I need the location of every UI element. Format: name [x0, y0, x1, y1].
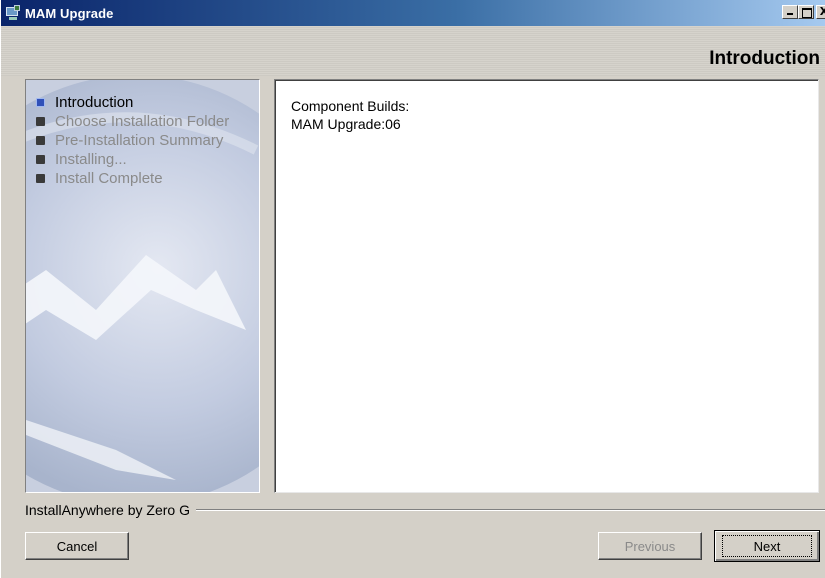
cancel-button[interactable]: Cancel — [25, 532, 129, 560]
step-label: Install Complete — [55, 170, 163, 187]
content-panel[interactable]: Component Builds: MAM Upgrade:06 — [274, 79, 819, 493]
installer-window: MAM Upgrade X Introduction Introduction … — [0, 0, 825, 578]
brand-row: InstallAnywhere by Zero G — [25, 500, 825, 520]
step-label: Installing... — [55, 151, 127, 168]
previous-button[interactable]: Previous — [598, 532, 702, 560]
step-label: Pre-Installation Summary — [55, 132, 224, 149]
step-label: Choose Installation Folder — [55, 113, 230, 130]
steps-list: Introduction Choose Installation Folder … — [36, 93, 229, 188]
step-label: Introduction — [55, 94, 134, 111]
brand-label: InstallAnywhere by Zero G — [25, 502, 190, 518]
step-introduction: Introduction — [36, 93, 229, 112]
step-install-complete: Install Complete — [36, 169, 229, 188]
step-bullet-icon — [36, 155, 45, 164]
divider — [195, 509, 825, 511]
component-build-entry: MAM Upgrade:06 — [291, 116, 401, 132]
step-bullet-icon — [36, 174, 45, 183]
step-pre-installation-summary: Pre-Installation Summary — [36, 131, 229, 150]
step-choose-installation-folder: Choose Installation Folder — [36, 112, 229, 131]
component-builds-heading: Component Builds: — [291, 98, 410, 114]
close-button[interactable]: X — [816, 5, 825, 19]
app-icon[interactable] — [5, 5, 21, 21]
title-bar[interactable]: MAM Upgrade X — [1, 0, 825, 26]
steps-panel: Introduction Choose Installation Folder … — [25, 79, 260, 493]
header-banner: Introduction — [1, 26, 825, 76]
minimize-button[interactable] — [782, 5, 798, 19]
active-step-bullet-icon — [36, 98, 45, 107]
window-title: MAM Upgrade — [25, 5, 114, 21]
step-installing: Installing... — [36, 150, 229, 169]
next-button[interactable]: Next — [714, 530, 820, 562]
window-controls: X — [782, 5, 825, 19]
next-button-label: Next — [722, 535, 812, 557]
step-bullet-icon — [36, 117, 45, 126]
page-title: Introduction — [709, 48, 820, 69]
maximize-button[interactable] — [798, 5, 814, 19]
content-text: Component Builds: MAM Upgrade:06 — [291, 97, 409, 133]
step-bullet-icon — [36, 136, 45, 145]
